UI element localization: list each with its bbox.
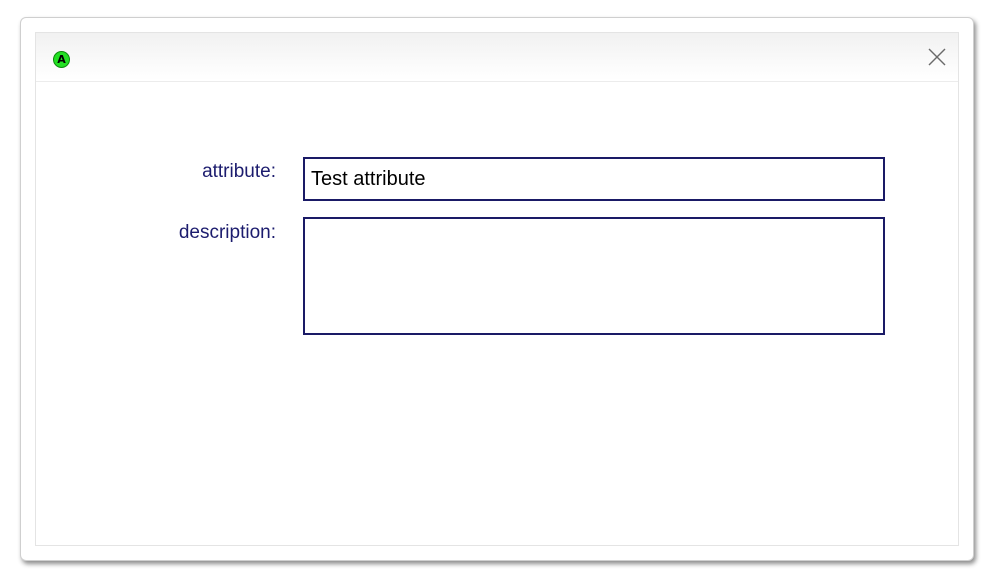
app-logo-icon: A	[53, 51, 70, 68]
title-bar: A	[36, 33, 958, 82]
description-label: description:	[178, 222, 276, 243]
close-icon	[928, 48, 946, 66]
attribute-label: attribute:	[202, 161, 276, 182]
close-button[interactable]	[926, 46, 948, 68]
attribute-input[interactable]	[303, 157, 885, 201]
dialog-content: A attribute: description:	[35, 32, 959, 546]
dialog-window: A attribute: description:	[20, 17, 974, 561]
description-textarea[interactable]	[303, 217, 885, 335]
